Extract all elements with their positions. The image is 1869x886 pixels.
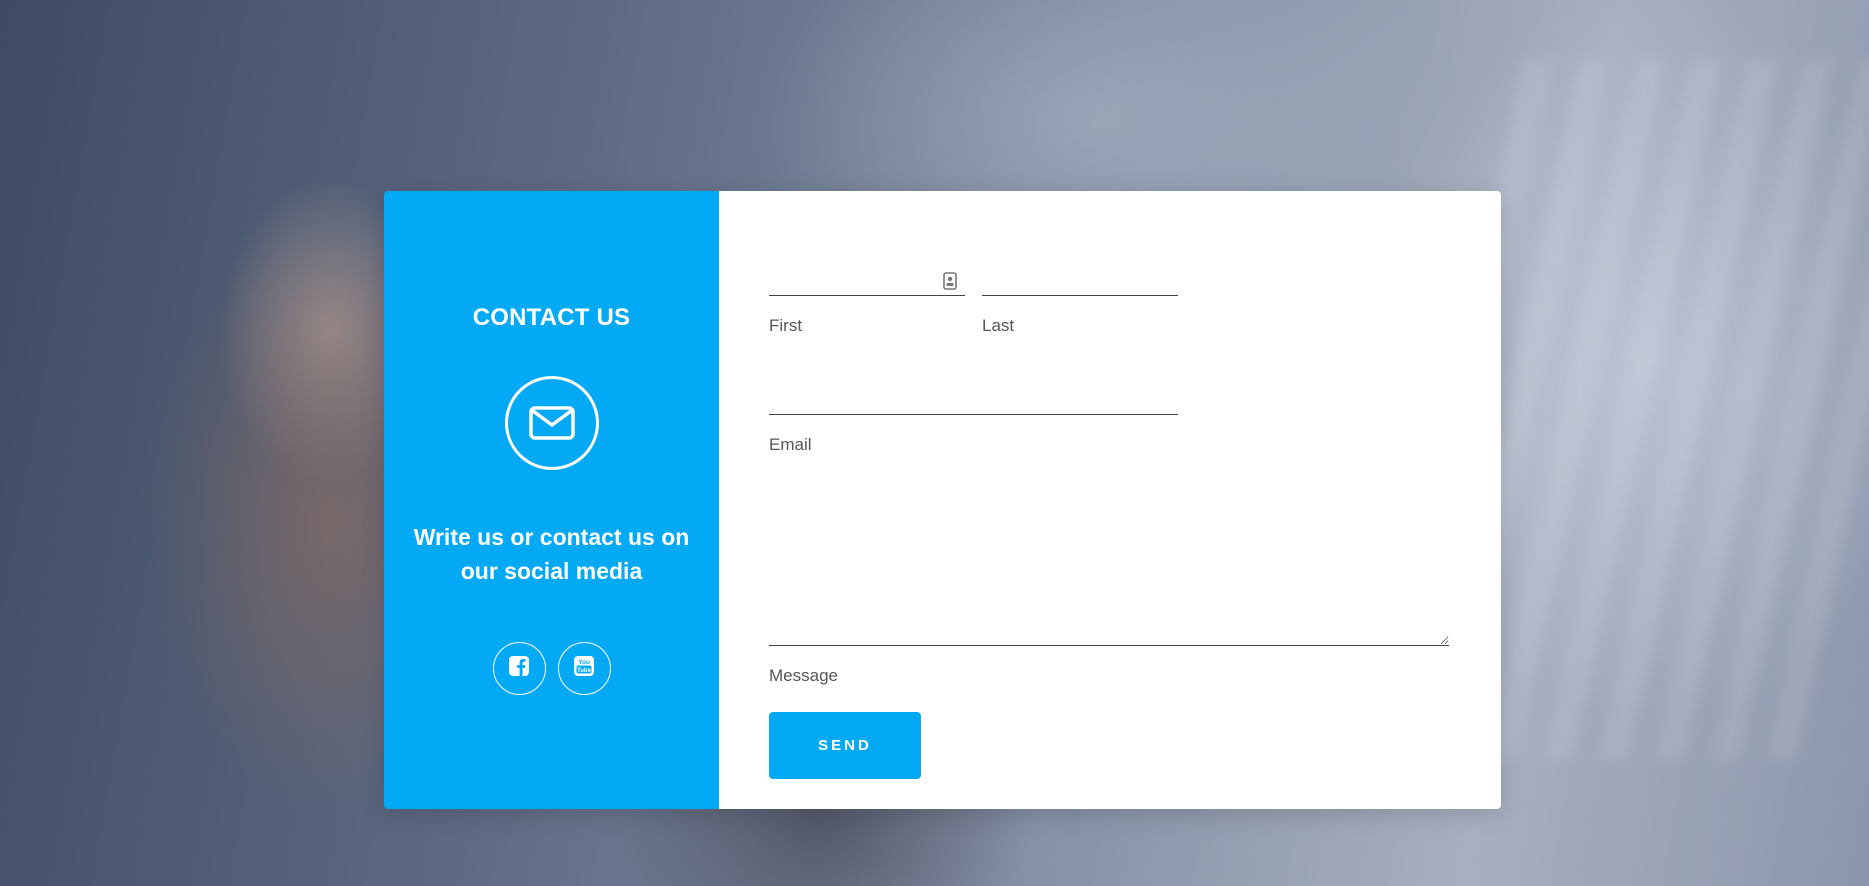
contact-card-icon[interactable]	[943, 272, 957, 295]
facebook-link[interactable]	[492, 642, 546, 695]
send-button[interactable]: SEND	[769, 712, 921, 779]
youtube-link[interactable]: You Tube	[557, 642, 611, 695]
youtube-icon: You Tube	[573, 655, 595, 682]
contact-title: CONTACT US	[472, 304, 631, 331]
svg-text:Tube: Tube	[577, 668, 592, 674]
social-links: You Tube	[492, 642, 611, 695]
contact-tagline: Write us or contact us on our social med…	[413, 524, 690, 584]
message-textarea[interactable]	[769, 480, 1449, 646]
contact-panel: CONTACT US Write us or contact us on our…	[384, 191, 719, 809]
svg-text:You: You	[578, 659, 590, 666]
contact-card: CONTACT US Write us or contact us on our…	[384, 191, 1501, 809]
envelope-icon	[504, 376, 599, 470]
email-group: Email	[769, 380, 1178, 455]
email-input[interactable]	[769, 380, 1178, 415]
contact-form: First Last Email Message SEND	[719, 191, 1501, 809]
message-label: Message	[769, 666, 838, 685]
first-name-input[interactable]	[769, 261, 965, 296]
last-name-input[interactable]	[982, 261, 1178, 296]
facebook-icon	[508, 655, 530, 682]
first-name-label: First	[769, 316, 803, 335]
email-label: Email	[769, 435, 812, 454]
message-group: Message	[769, 480, 1449, 686]
last-name-group: Last	[982, 261, 1178, 336]
first-name-group: First	[769, 261, 965, 336]
last-name-label: Last	[982, 316, 1015, 335]
